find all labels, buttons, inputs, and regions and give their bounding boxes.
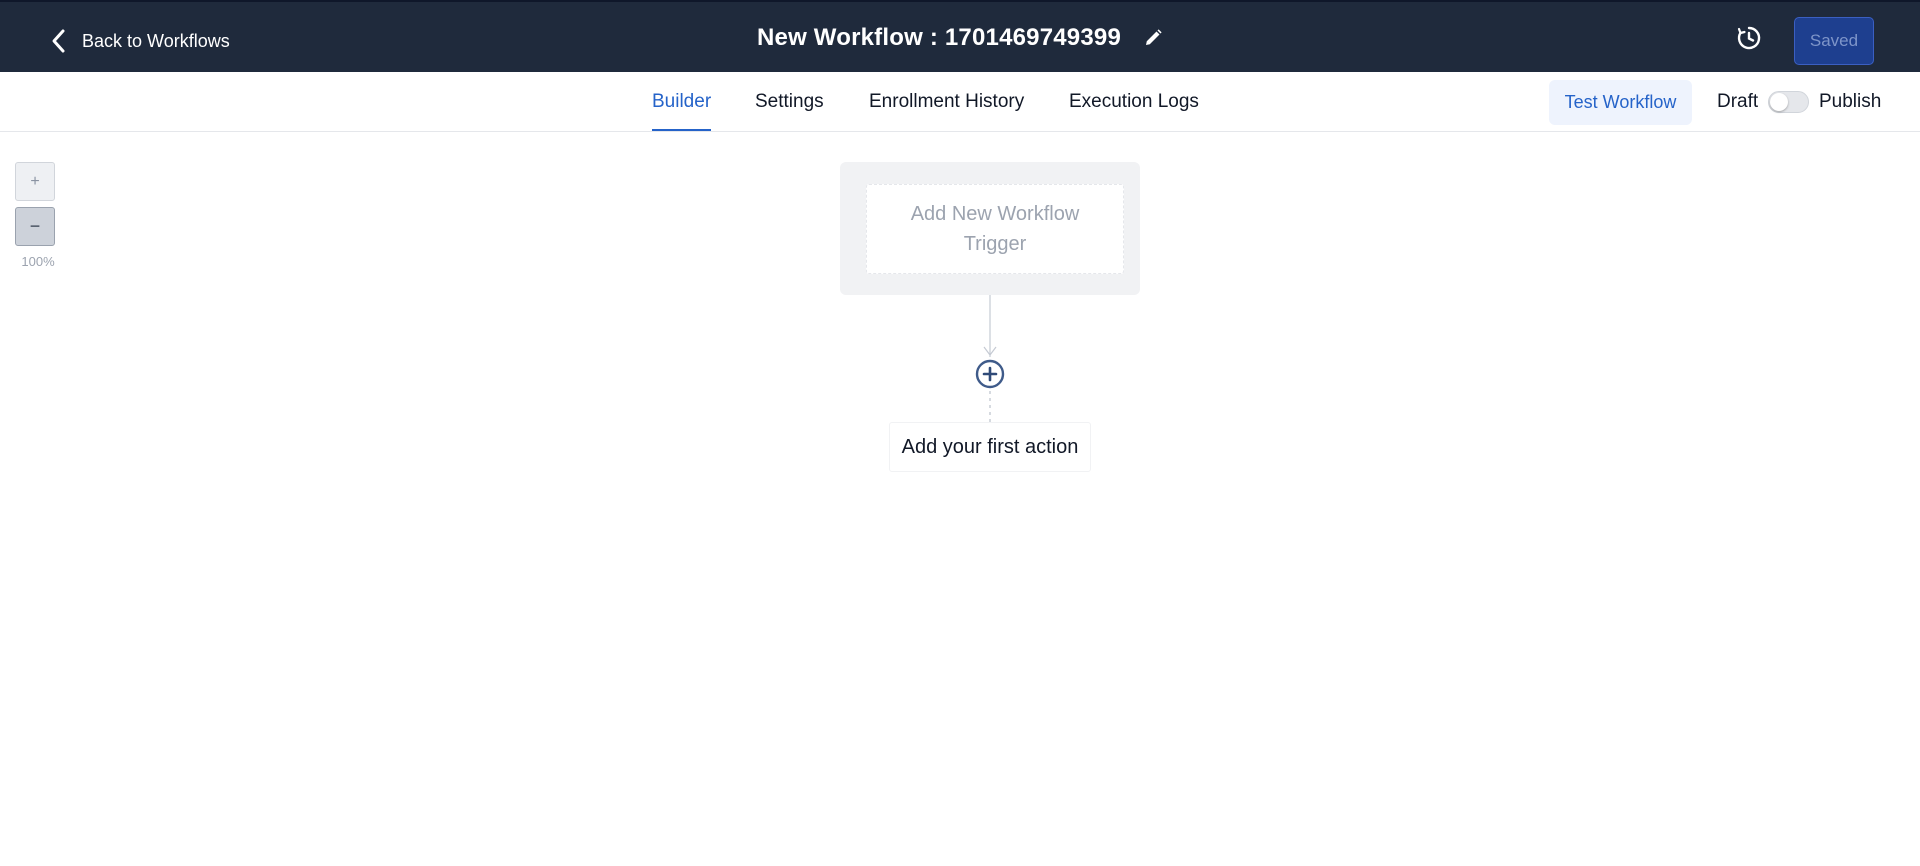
title-area: New Workflow : 1701469749399 (0, 20, 1920, 56)
add-first-action-button[interactable]: Add your first action (889, 422, 1091, 472)
back-label: Back to Workflows (82, 30, 230, 51)
tab-builder[interactable]: Builder (652, 72, 712, 132)
test-workflow-button[interactable]: Test Workflow (1549, 80, 1692, 125)
toggle-knob (1770, 93, 1788, 111)
plus-circle-icon[interactable] (975, 359, 1005, 389)
add-trigger-button[interactable]: Add New Workflow Trigger (866, 184, 1124, 274)
tab-enrollment-history[interactable]: Enrollment History (869, 72, 1024, 132)
chevron-left-icon (52, 29, 65, 53)
zoom-level: 100% (21, 254, 55, 269)
zoom-in-button[interactable]: + (15, 162, 55, 201)
tab-settings[interactable]: Settings (755, 72, 824, 132)
tabs-bar: Builder Settings Enrollment History Exec… (0, 72, 1920, 132)
saved-button[interactable]: Saved (1794, 17, 1874, 65)
pencil-icon[interactable] (1143, 28, 1163, 48)
zoom-out-button[interactable]: − (15, 207, 55, 246)
trigger-card: Add New Workflow Trigger (840, 162, 1140, 295)
back-to-workflows-link[interactable]: Back to Workflows (50, 26, 230, 56)
draft-label: Draft (1717, 91, 1759, 112)
top-header: Back to Workflows New Workflow : 1701469… (0, 0, 1920, 72)
history-clock-icon[interactable] (1735, 24, 1763, 52)
tab-execution-logs[interactable]: Execution Logs (1069, 72, 1199, 132)
publish-toggle[interactable] (1768, 91, 1809, 113)
workflow-title[interactable]: New Workflow : 1701469749399 (757, 24, 1121, 52)
publish-label: Publish (1819, 91, 1882, 112)
